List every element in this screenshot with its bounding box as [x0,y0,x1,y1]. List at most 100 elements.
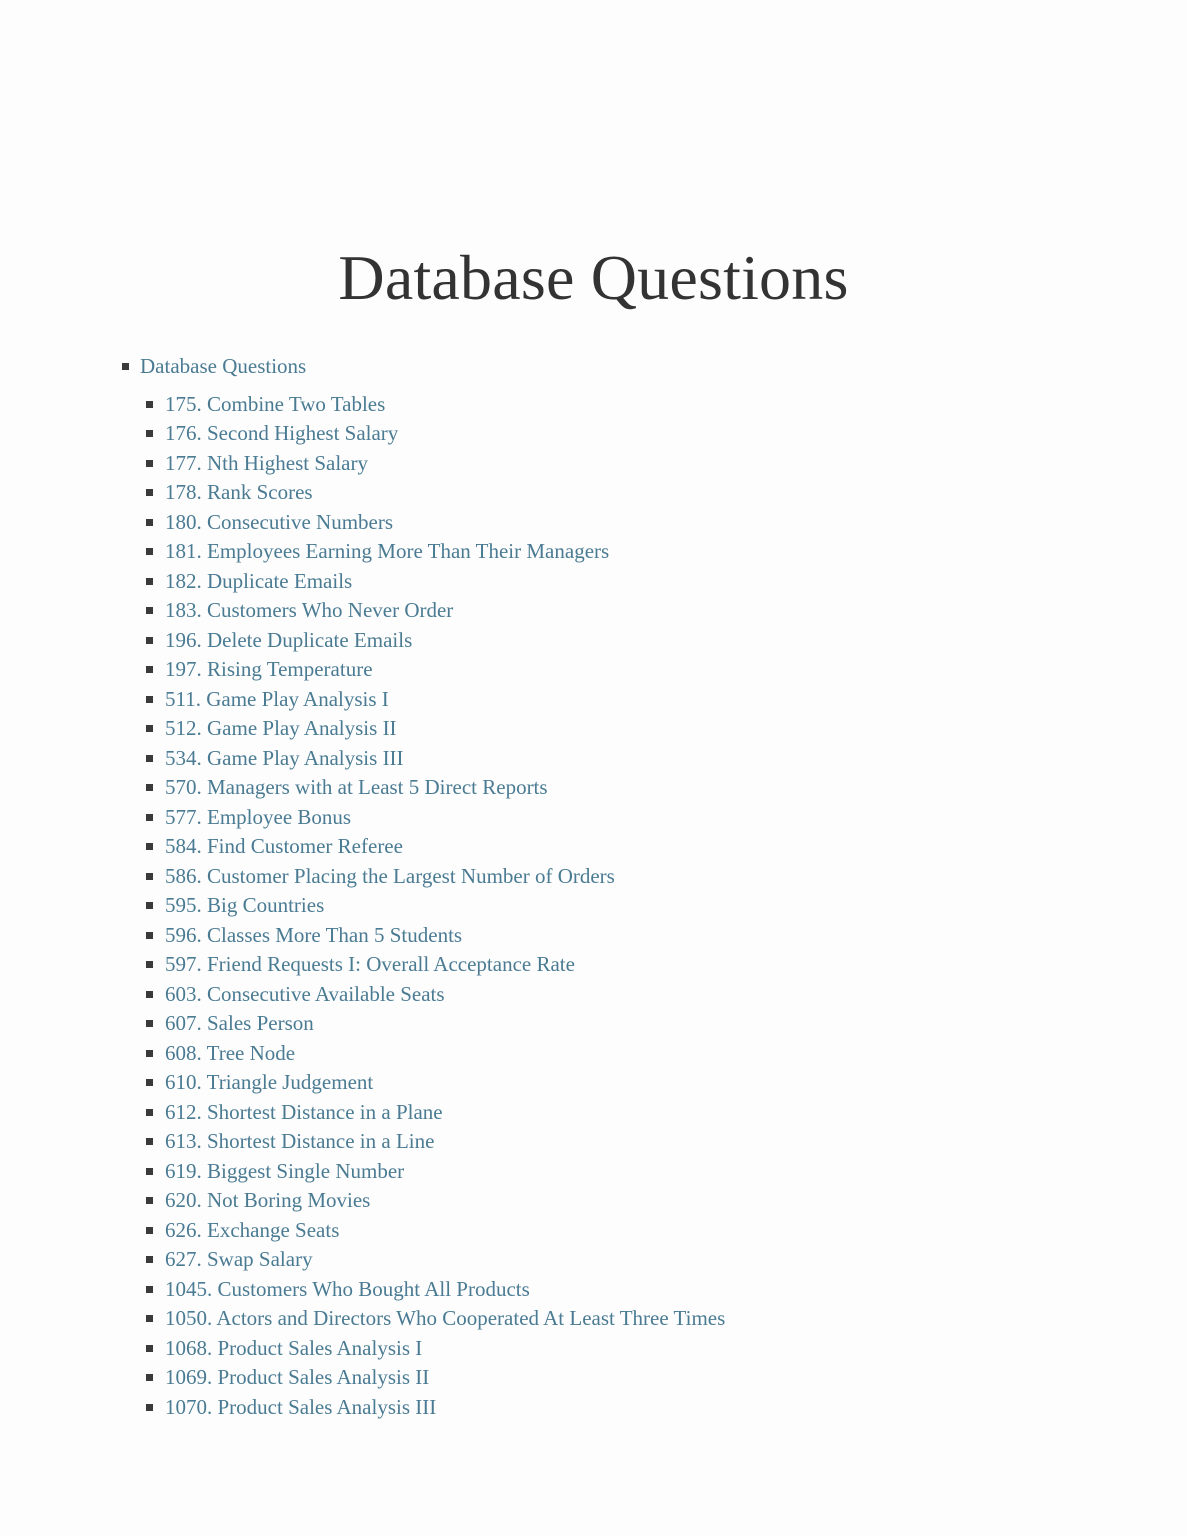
toc-item-label[interactable]: 1069. Product Sales Analysis II [165,1365,429,1389]
toc-item-label[interactable]: 584. Find Customer Referee [165,834,403,858]
list-item[interactable]: 627. Swap Salary [140,1245,1187,1275]
toc-item-label[interactable]: 1050. Actors and Directors Who Cooperate… [165,1306,725,1330]
square-bullet-icon [146,459,153,467]
list-item[interactable]: 511. Game Play Analysis I [140,685,1187,715]
square-bullet-icon [146,990,153,998]
list-item[interactable]: 534. Game Play Analysis III [140,744,1187,774]
toc-item-label[interactable]: 197. Rising Temperature [165,657,373,681]
toc-item-label[interactable]: 181. Employees Earning More Than Their M… [165,539,609,563]
toc-item-label[interactable]: 626. Exchange Seats [165,1218,339,1242]
square-bullet-icon [146,666,153,673]
square-bullet-icon [146,430,153,437]
toc-item-label[interactable]: 612. Shortest Distance in a Plane [165,1100,443,1124]
toc-item-label[interactable]: 597. Friend Requests I: Overall Acceptan… [165,952,575,976]
list-item[interactable]: 182. Duplicate Emails [140,567,1187,597]
list-item[interactable]: 626. Exchange Seats [140,1216,1187,1246]
square-bullet-icon [146,872,153,880]
square-bullet-icon [146,1020,153,1027]
square-bullet-icon [146,1285,153,1293]
toc-item-label[interactable]: 1070. Product Sales Analysis III [165,1395,436,1419]
toc-item-label[interactable]: 183. Customers Who Never Order [165,598,453,622]
list-item[interactable]: 177. Nth Highest Salary [140,449,1187,479]
toc-item-label[interactable]: 175. Combine Two Tables [165,392,385,416]
list-item[interactable]: 196. Delete Duplicate Emails [140,626,1187,656]
toc-item-label[interactable]: 595. Big Countries [165,893,324,917]
toc-item-label[interactable]: 512. Game Play Analysis II [165,716,397,740]
list-item[interactable]: 584. Find Customer Referee [140,832,1187,862]
toc-item-label[interactable]: 178. Rank Scores [165,480,313,504]
toc-item-label[interactable]: 607. Sales Person [165,1011,314,1035]
list-item[interactable]: 603. Consecutive Available Seats [140,980,1187,1010]
toc-item-label[interactable]: 180. Consecutive Numbers [165,510,393,534]
list-item[interactable]: 619. Biggest Single Number [140,1157,1187,1187]
list-item[interactable]: 612. Shortest Distance in a Plane [140,1098,1187,1128]
toc-root-item[interactable]: Database Questions 175. Combine Two Tabl… [0,352,1187,1422]
toc-item-label[interactable]: 627. Swap Salary [165,1247,313,1271]
list-item[interactable]: 620. Not Boring Movies [140,1186,1187,1216]
square-bullet-icon [146,548,153,555]
list-item[interactable]: 1069. Product Sales Analysis II [140,1363,1187,1393]
square-bullet-icon [146,695,153,703]
toc-item-label[interactable]: 620. Not Boring Movies [165,1188,370,1212]
list-item[interactable]: 596. Classes More Than 5 Students [140,921,1187,951]
toc-item-label[interactable]: 577. Employee Bonus [165,805,351,829]
square-bullet-icon [146,813,153,821]
list-item[interactable]: 613. Shortest Distance in a Line [140,1127,1187,1157]
list-item[interactable]: 1068. Product Sales Analysis I [140,1334,1187,1364]
toc-item-label[interactable]: 603. Consecutive Available Seats [165,982,445,1006]
list-item[interactable]: 1045. Customers Who Bought All Products [140,1275,1187,1305]
list-item[interactable]: 197. Rising Temperature [140,655,1187,685]
toc-root-label[interactable]: Database Questions [140,354,306,378]
square-bullet-icon [146,636,153,644]
toc-item-label[interactable]: 610. Triangle Judgement [165,1070,373,1094]
toc-item-label[interactable]: 608. Tree Node [165,1041,295,1065]
square-bullet-icon [146,1344,153,1352]
list-item[interactable]: 570. Managers with at Least 5 Direct Rep… [140,773,1187,803]
list-item[interactable]: 180. Consecutive Numbers [140,508,1187,538]
square-bullet-icon [146,1374,153,1381]
toc-item-label[interactable]: 511. Game Play Analysis I [165,687,389,711]
list-item[interactable]: 512. Game Play Analysis II [140,714,1187,744]
toc-item-label[interactable]: 1045. Customers Who Bought All Products [165,1277,530,1301]
list-item[interactable]: 1050. Actors and Directors Who Cooperate… [140,1304,1187,1334]
toc-item-label[interactable]: 196. Delete Duplicate Emails [165,628,412,652]
square-bullet-icon [146,961,153,968]
list-item[interactable]: 608. Tree Node [140,1039,1187,1069]
toc-item-label[interactable]: 613. Shortest Distance in a Line [165,1129,434,1153]
square-bullet-icon [146,1079,153,1086]
square-bullet-icon [146,931,153,939]
list-item[interactable]: 181. Employees Earning More Than Their M… [140,537,1187,567]
toc-item-label[interactable]: 176. Second Highest Salary [165,421,398,445]
toc-item-label[interactable]: 177. Nth Highest Salary [165,451,368,475]
square-bullet-icon [146,577,153,585]
toc-item-label[interactable]: 534. Game Play Analysis III [165,746,404,770]
table-of-contents: Database Questions 175. Combine Two Tabl… [0,352,1187,1434]
toc-root-list: Database Questions 175. Combine Two Tabl… [0,352,1187,1422]
toc-item-label[interactable]: 570. Managers with at Least 5 Direct Rep… [165,775,548,799]
list-item[interactable]: 1070. Product Sales Analysis III [140,1393,1187,1423]
list-item[interactable]: 607. Sales Person [140,1009,1187,1039]
toc-item-label[interactable]: 596. Classes More Than 5 Students [165,923,462,947]
list-item[interactable]: 577. Employee Bonus [140,803,1187,833]
square-bullet-icon [146,725,153,732]
square-bullet-icon [146,518,153,526]
list-item[interactable]: 597. Friend Requests I: Overall Acceptan… [140,950,1187,980]
square-bullet-icon [122,363,129,370]
list-item[interactable]: 183. Customers Who Never Order [140,596,1187,626]
list-item[interactable]: 595. Big Countries [140,891,1187,921]
square-bullet-icon [146,607,153,614]
square-bullet-icon [146,1315,153,1322]
toc-item-label[interactable]: 586. Customer Placing the Largest Number… [165,864,615,888]
list-item[interactable]: 175. Combine Two Tables [140,390,1187,420]
document-page: Database Questions Database Questions 17… [0,0,1187,1536]
toc-item-label[interactable]: 1068. Product Sales Analysis I [165,1336,422,1360]
list-item[interactable]: 610. Triangle Judgement [140,1068,1187,1098]
square-bullet-icon [146,902,153,909]
square-bullet-icon [146,1256,153,1263]
toc-item-label[interactable]: 182. Duplicate Emails [165,569,352,593]
square-bullet-icon [146,1403,153,1411]
list-item[interactable]: 176. Second Highest Salary [140,419,1187,449]
list-item[interactable]: 178. Rank Scores [140,478,1187,508]
list-item[interactable]: 586. Customer Placing the Largest Number… [140,862,1187,892]
toc-item-label[interactable]: 619. Biggest Single Number [165,1159,404,1183]
